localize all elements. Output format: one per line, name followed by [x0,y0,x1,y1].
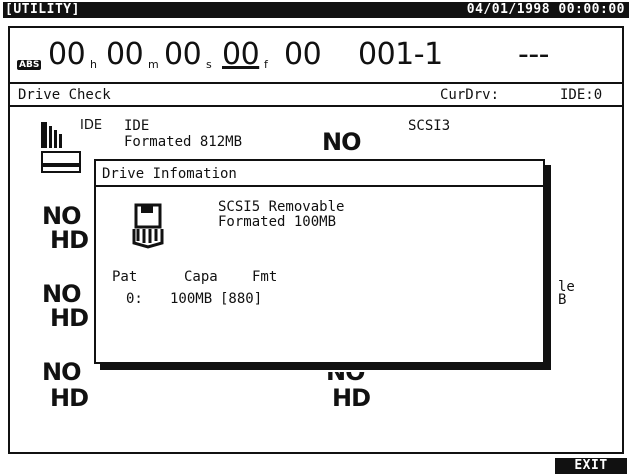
marker-extra: --- [518,37,549,72]
mode-label: [UTILITY] [5,2,80,17]
left-row1-line2: HD [50,226,89,254]
row-capa: 100MB [170,291,213,307]
col-header-capa: Capa [184,269,218,285]
status-bar: [UTILITY] 04/01/1998 00:00:00 [3,2,629,18]
minutes-value: 00 [106,37,144,72]
marker-number: 001-1 [358,37,443,72]
page-title: Drive Check [18,87,111,103]
time-counter: 00 h 00 m 00 s 00 f 00 001-1 --- [48,38,628,74]
col-header-pat: Pat [112,269,138,285]
minutes-unit: m [148,58,159,71]
date-time: 04/01/1998 00:00:00 [466,2,625,17]
exit-button[interactable]: EXIT [555,458,627,474]
ide-drive-icon [40,116,82,178]
dialog-drive-name: SCSI5 Removable [218,199,345,215]
abs-badge: ABS [17,60,42,70]
left-row1-line1: NO [42,202,81,230]
seconds-value: 00 [164,37,202,72]
dialog-title-divider [96,185,543,187]
divider-top [10,82,622,84]
dialog-drive-status: Formated 100MB [218,214,337,230]
divider-header [10,105,622,107]
row-fmt: [880] [220,291,263,307]
ide-drive-status: Formated 812MB [124,134,243,150]
frames-unit: f [264,58,268,71]
ide-icon-label: IDE [80,118,103,133]
row-pat: 0: [126,291,143,307]
hours-value: 00 [48,37,86,72]
scsi3-status: NO [322,128,361,156]
seconds-unit: s [206,58,212,71]
left-row3-line2: HD [50,384,89,412]
subframes-value: 00 [284,37,322,72]
removable-disk-icon [130,203,166,253]
col-header-fmt: Fmt [252,269,278,285]
left-row3-line1: NO [42,358,81,386]
drive-info-dialog: Drive Infomation SCSI5 Removable Formate… [94,159,545,364]
left-row2-line2: HD [50,304,89,332]
frames-value: 00 [222,37,260,72]
right-row3-line2: HD [332,384,371,412]
cur-drv-value: IDE:0 [560,87,603,103]
ide-drive-name: IDE [124,118,150,134]
right-row2-line2: B [558,292,567,308]
left-row2-line1: NO [42,280,81,308]
hours-unit: h [90,58,97,71]
dialog-title: Drive Infomation [102,166,237,182]
scsi3-name: SCSI3 [408,118,451,134]
cur-drv-label: CurDrv: [440,87,500,103]
